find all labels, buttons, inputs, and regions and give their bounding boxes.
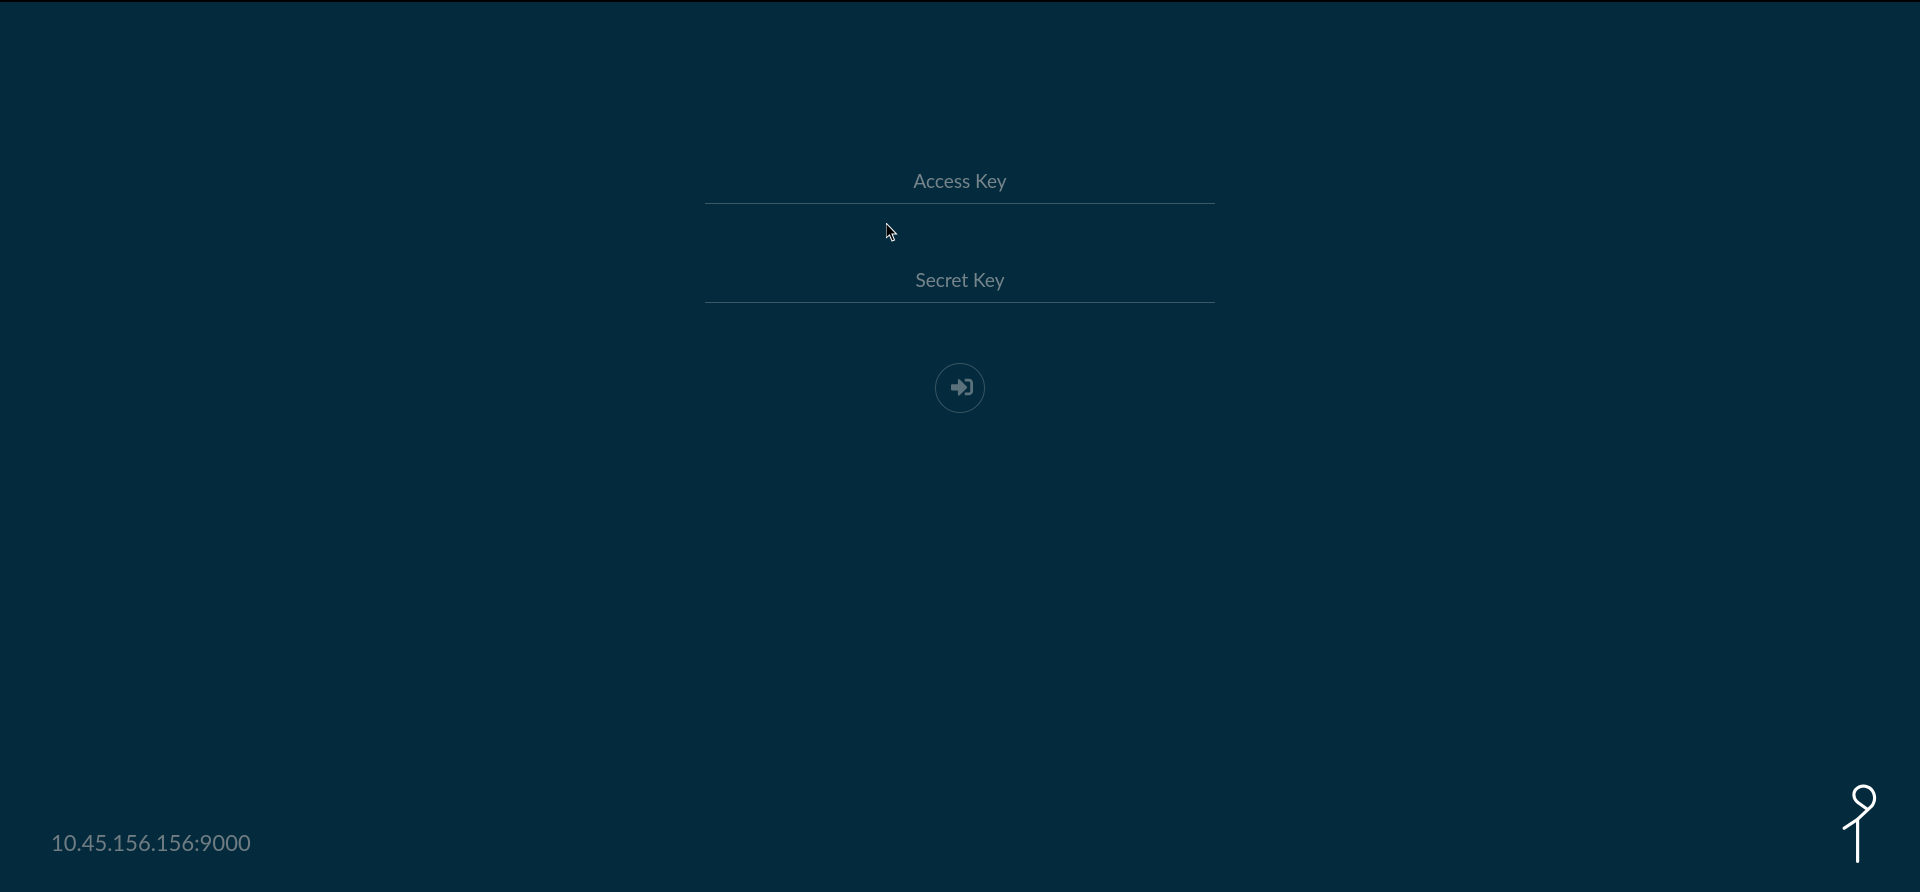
login-form bbox=[705, 160, 1215, 413]
secret-key-input[interactable] bbox=[705, 259, 1215, 303]
access-key-input[interactable] bbox=[705, 160, 1215, 204]
minio-logo bbox=[1836, 779, 1881, 864]
top-bar bbox=[0, 0, 1920, 2]
sign-in-icon bbox=[948, 376, 973, 401]
server-address: 10.45.156.156:9000 bbox=[51, 829, 251, 856]
login-button[interactable] bbox=[935, 363, 985, 413]
access-key-group bbox=[705, 160, 1215, 204]
secret-key-group bbox=[705, 259, 1215, 303]
